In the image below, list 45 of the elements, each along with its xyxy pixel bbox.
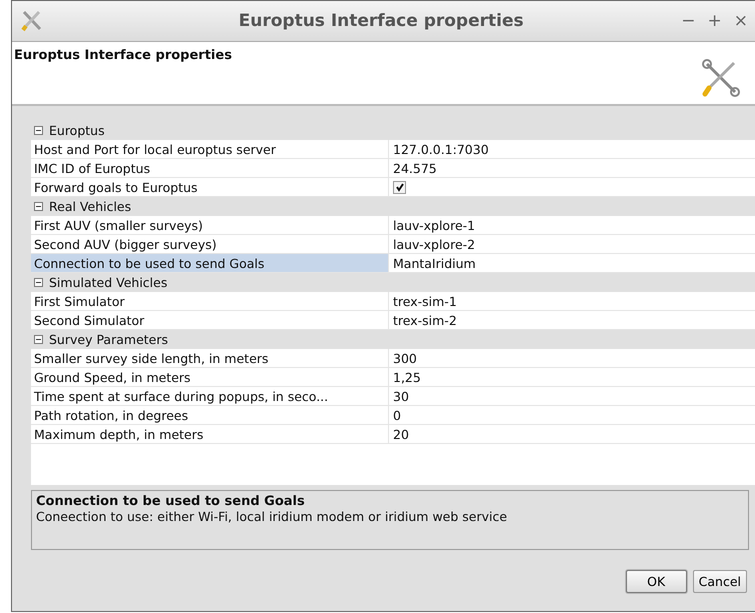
property-name[interactable]: Time spent at surface during popups, in seco... — [31, 387, 389, 405]
property-value[interactable]: lauv-xplore-2 — [389, 235, 755, 253]
collapse-icon[interactable] — [34, 335, 43, 344]
property-value[interactable]: 300 — [389, 349, 755, 367]
property-value[interactable]: trex-sim-1 — [389, 292, 755, 310]
property-value[interactable]: 24.575 — [389, 159, 755, 177]
property-value[interactable]: lauv-xplore-1 — [389, 216, 755, 234]
description-text: Coneection to use: either Wi-Fi, local iridium modem or iridium web service — [36, 509, 508, 524]
collapse-icon[interactable] — [34, 126, 43, 135]
collapse-icon[interactable] — [34, 202, 43, 211]
group-label[interactable]: Survey Parameters — [49, 332, 168, 347]
property-value[interactable]: MantaIridium — [389, 254, 755, 272]
checkbox[interactable] — [393, 180, 406, 194]
property-name[interactable]: Path rotation, in degrees — [31, 406, 389, 424]
tools-icon — [20, 10, 44, 32]
window-control[interactable]: − — [678, 11, 698, 31]
property-name[interactable]: First AUV (smaller surveys) — [31, 216, 389, 234]
property-name[interactable]: Ground Speed, in meters — [31, 368, 389, 386]
property-name[interactable]: First Simulator — [31, 292, 389, 310]
window-control[interactable]: + — [704, 11, 725, 31]
property-value[interactable]: 1,25 — [389, 368, 755, 386]
property-name[interactable]: Maximum depth, in meters — [31, 425, 389, 443]
property-value[interactable]: 0 — [389, 406, 755, 424]
property-name[interactable]: Smaller survey side length, in meters — [31, 349, 389, 367]
property-name[interactable]: Connection to be used to send Goals — [31, 254, 389, 272]
property-name[interactable]: Second Simulator — [31, 311, 389, 329]
window-title: Europtus Interface properties — [238, 11, 525, 31]
property-name[interactable]: Second AUV (bigger surveys) — [31, 235, 389, 253]
group-label[interactable]: Europtus — [49, 123, 105, 138]
tools-icon — [701, 58, 741, 98]
property-value[interactable]: 127.0.0.1:7030 — [389, 140, 755, 158]
property-name[interactable]: Host and Port for local europtus server — [31, 140, 389, 158]
dialog-button[interactable]: OK — [626, 570, 687, 593]
group-label[interactable]: Simulated Vehicles — [49, 275, 168, 290]
dialog-button[interactable]: Cancel — [692, 570, 747, 593]
property-name[interactable]: IMC ID of Europtus — [31, 159, 389, 177]
header-title: Europtus Interface properties — [14, 48, 232, 64]
property-value[interactable]: trex-sim-2 — [389, 311, 755, 329]
property-value[interactable]: 20 — [389, 425, 755, 443]
group-label[interactable]: Real Vehicles — [49, 199, 132, 214]
description-title: Connection to be used to send Goals — [36, 494, 306, 509]
property-name[interactable]: Forward goals to Europtus — [31, 178, 389, 196]
collapse-icon[interactable] — [34, 278, 43, 287]
window-control[interactable]: × — [730, 11, 751, 31]
property-value[interactable]: 30 — [389, 387, 755, 405]
